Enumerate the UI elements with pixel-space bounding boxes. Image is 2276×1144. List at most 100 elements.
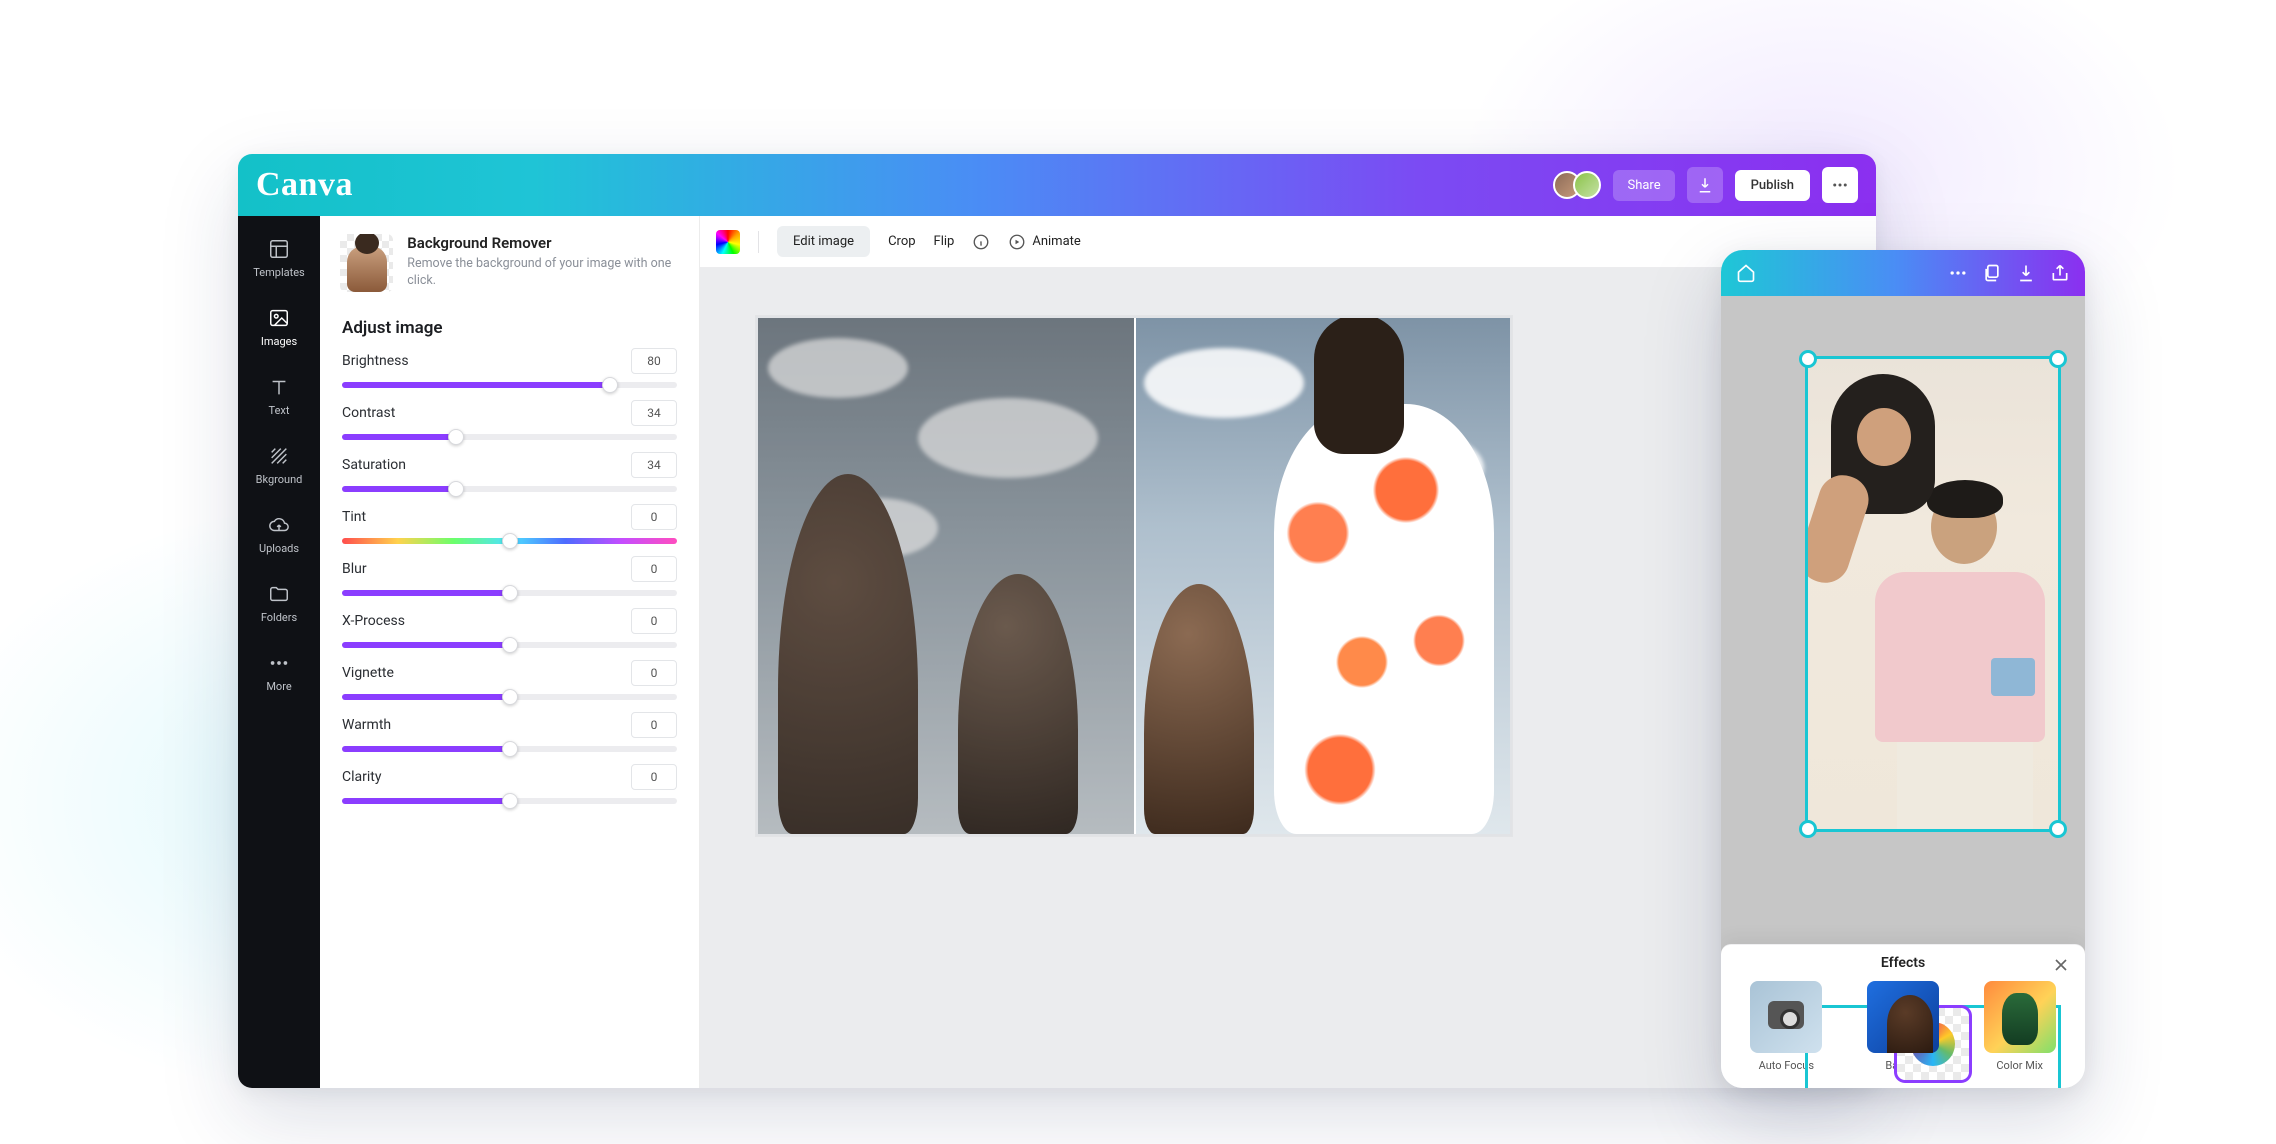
slider-label: Clarity	[342, 769, 381, 785]
mobile-image[interactable]	[1805, 356, 2061, 832]
mobile-download-button[interactable]	[2015, 262, 2037, 284]
slider-value[interactable]: 0	[631, 556, 677, 582]
figure-person	[1811, 374, 1951, 594]
titlebar: Canva Share Publish	[238, 154, 1876, 216]
effects-drawer: Effects BG Remover Auto Focus Bad TV Col…	[1721, 944, 2085, 1088]
slider-value[interactable]: 34	[631, 452, 677, 478]
slider-warmth: Warmth 0	[342, 712, 677, 752]
compare-divider[interactable]	[1134, 318, 1136, 834]
slider-track[interactable]	[342, 746, 677, 752]
mobile-more-button[interactable]	[1947, 262, 1969, 284]
bg-remover-title: Background Remover	[407, 234, 679, 252]
slider-thumb[interactable]	[448, 481, 464, 497]
download-icon	[1696, 176, 1714, 194]
animate-label: Animate	[1032, 234, 1080, 249]
slider-track[interactable]	[342, 382, 677, 388]
slider-saturation: Saturation 34	[342, 452, 677, 492]
effect-bad-tv[interactable]: Bad TV	[1850, 981, 1957, 1072]
canvas-image[interactable]	[756, 316, 1512, 836]
home-button[interactable]	[1735, 262, 1757, 284]
slider-thumb[interactable]	[502, 689, 518, 705]
canvas[interactable]	[700, 268, 1876, 1088]
effects-header: Effects	[1733, 955, 2073, 971]
slider-value[interactable]: 0	[631, 660, 677, 686]
slider-label: Tint	[342, 509, 366, 525]
slider-blur: Blur 0	[342, 556, 677, 596]
mobile-canvas[interactable]	[1721, 296, 2085, 954]
sidebar-label: More	[266, 680, 291, 693]
sidebar: Templates Images Text Bkground Uploads F…	[238, 216, 320, 1088]
sidebar-item-uploads[interactable]: Uploads	[243, 504, 315, 565]
image-after	[1134, 318, 1510, 834]
mobile-window: Effects BG Remover Auto Focus Bad TV Col…	[1721, 250, 2085, 1088]
slider-value[interactable]: 0	[631, 608, 677, 634]
ellipsis-icon	[268, 652, 290, 674]
slider-thumb[interactable]	[448, 429, 464, 445]
effect-label: Color Mix	[1996, 1059, 2043, 1072]
avatar[interactable]	[1573, 171, 1601, 199]
slider-track[interactable]	[342, 486, 677, 492]
share-button[interactable]: Share	[1613, 170, 1674, 201]
more-button[interactable]	[1822, 167, 1858, 203]
effect-thumb	[1750, 981, 1822, 1053]
slider-thumb[interactable]	[502, 793, 518, 809]
panel-heading: Adjust image	[320, 306, 699, 344]
slider-value[interactable]: 0	[631, 712, 677, 738]
slider-thumb[interactable]	[502, 533, 518, 549]
sidebar-label: Templates	[253, 266, 304, 279]
sidebar-item-templates[interactable]: Templates	[243, 228, 315, 289]
adjust-panel: Background Remover Remove the background…	[320, 216, 700, 1088]
sidebar-item-background[interactable]: Bkground	[243, 435, 315, 496]
pages-button[interactable]	[1981, 262, 2003, 284]
slider-track[interactable]	[342, 538, 677, 544]
crop-button[interactable]: Crop	[888, 234, 915, 249]
templates-icon	[268, 238, 290, 260]
slider-track[interactable]	[342, 694, 677, 700]
sidebar-item-folders[interactable]: Folders	[243, 573, 315, 634]
info-button[interactable]	[972, 233, 990, 251]
download-button[interactable]	[1687, 167, 1723, 203]
titlebar-actions: Share Publish	[1553, 167, 1858, 203]
slider-label: Saturation	[342, 457, 406, 473]
slider-track[interactable]	[342, 590, 677, 596]
desktop-window: Canva Share Publish Templates	[238, 154, 1876, 1088]
collaborator-avatars[interactable]	[1553, 171, 1601, 199]
slider-track[interactable]	[342, 798, 677, 804]
folders-icon	[268, 583, 290, 605]
edit-image-button[interactable]: Edit image	[777, 226, 870, 257]
brand-logo: Canva	[256, 166, 353, 204]
ellipsis-icon	[1948, 263, 1968, 283]
publish-button[interactable]: Publish	[1735, 170, 1810, 201]
slider-thumb[interactable]	[502, 637, 518, 653]
slider-thumb[interactable]	[602, 377, 618, 393]
slider-value[interactable]: 80	[631, 348, 677, 374]
slider-thumb[interactable]	[502, 741, 518, 757]
slider-track[interactable]	[342, 434, 677, 440]
sidebar-item-more[interactable]: More	[243, 642, 315, 703]
effect-auto-focus[interactable]: Auto Focus	[1733, 981, 1840, 1072]
slider-contrast: Contrast 34	[342, 400, 677, 440]
mobile-share-button[interactable]	[2049, 262, 2071, 284]
sidebar-label: Text	[269, 404, 290, 417]
effects-close-button[interactable]	[2051, 955, 2071, 975]
bg-remover-card[interactable]: Background Remover Remove the background…	[320, 216, 699, 306]
app-body: Templates Images Text Bkground Uploads F…	[238, 216, 1876, 1088]
animate-icon	[1008, 233, 1026, 251]
slider-value[interactable]: 0	[631, 504, 677, 530]
animate-button[interactable]: Animate	[1008, 233, 1080, 251]
slider-value[interactable]: 34	[631, 400, 677, 426]
info-icon	[972, 233, 990, 251]
color-picker-button[interactable]	[716, 230, 740, 254]
effect-color-mix[interactable]: Color Mix	[1966, 981, 2073, 1072]
sidebar-item-images[interactable]: Images	[243, 297, 315, 358]
slider-value[interactable]: 0	[631, 764, 677, 790]
pages-icon	[1982, 263, 2002, 283]
image-before	[758, 318, 1134, 834]
sidebar-item-text[interactable]: Text	[243, 366, 315, 427]
bg-remover-desc: Remove the background of your image with…	[407, 256, 679, 290]
flip-button[interactable]: Flip	[934, 234, 955, 249]
sliders-list: Brightness 80 Contrast 34 Saturation 34 …	[320, 344, 699, 816]
slider-brightness: Brightness 80	[342, 348, 677, 388]
slider-track[interactable]	[342, 642, 677, 648]
slider-thumb[interactable]	[502, 585, 518, 601]
